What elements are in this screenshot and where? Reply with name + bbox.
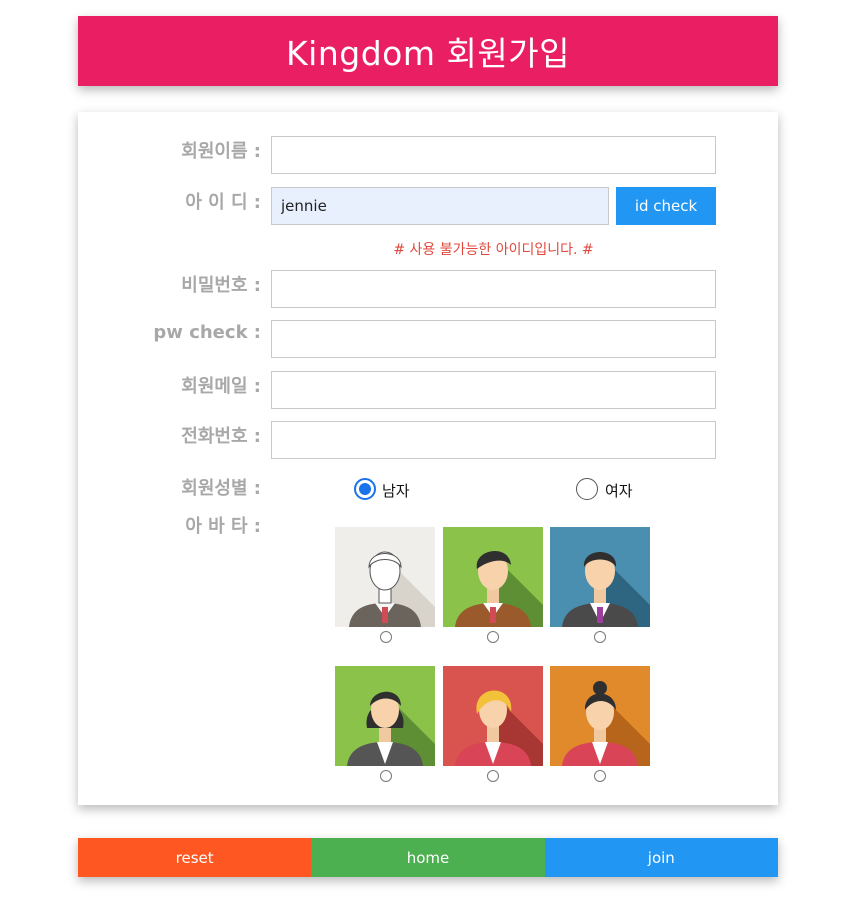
password-check-label: pw check : (153, 322, 261, 343)
avatar-5-radio[interactable] (487, 770, 499, 782)
gender-male-radio[interactable] (354, 478, 376, 500)
home-button[interactable]: home (311, 838, 545, 877)
gender-male-label: 남자 (382, 482, 410, 500)
password-input[interactable] (271, 270, 716, 308)
gender-female-label: 여자 (605, 482, 633, 500)
avatar-1-radio[interactable] (380, 631, 392, 643)
password-label: 비밀번호 : (181, 275, 261, 296)
avatar-6-radio[interactable] (594, 770, 606, 782)
id-check-button[interactable]: id check (616, 187, 716, 225)
email-label: 회원메일 : (181, 376, 261, 397)
avatar-woman-dark-icon[interactable] (335, 666, 435, 766)
page-title: Kingdom 회원가입 (286, 34, 570, 73)
footer-actions: reset home join (78, 838, 778, 877)
avatar-man-sweater-icon[interactable] (443, 527, 543, 627)
avatar-man-suit-icon[interactable] (550, 527, 650, 627)
name-label: 회원이름 : (181, 141, 261, 162)
avatar-3-radio[interactable] (594, 631, 606, 643)
gender-female-radio[interactable] (576, 478, 598, 500)
join-button[interactable]: join (544, 838, 778, 877)
page-header: Kingdom 회원가입 (78, 16, 778, 86)
id-input[interactable] (271, 187, 609, 225)
phone-label: 전화번호 : (181, 426, 261, 447)
id-error-message: # 사용 불가능한 아이디입니다. # (393, 242, 594, 258)
password-check-input[interactable] (271, 320, 716, 358)
avatar-woman-blonde-icon[interactable] (443, 666, 543, 766)
avatar-label: 아 바 타 : (185, 516, 261, 537)
email-input[interactable] (271, 371, 716, 409)
reset-button[interactable]: reset (78, 838, 312, 877)
signup-form-card: 회원이름 : 아 이 디 : id check # 사용 불가능한 아이디입니다… (78, 112, 778, 805)
gender-label: 회원성별 : (181, 478, 261, 499)
avatar-4-radio[interactable] (380, 770, 392, 782)
avatar-outline-man-icon[interactable] (335, 527, 435, 627)
phone-input[interactable] (271, 421, 716, 459)
avatar-woman-orange-icon[interactable] (550, 666, 650, 766)
id-label: 아 이 디 : (185, 192, 261, 213)
avatar-2-radio[interactable] (487, 631, 499, 643)
name-input[interactable] (271, 136, 716, 174)
